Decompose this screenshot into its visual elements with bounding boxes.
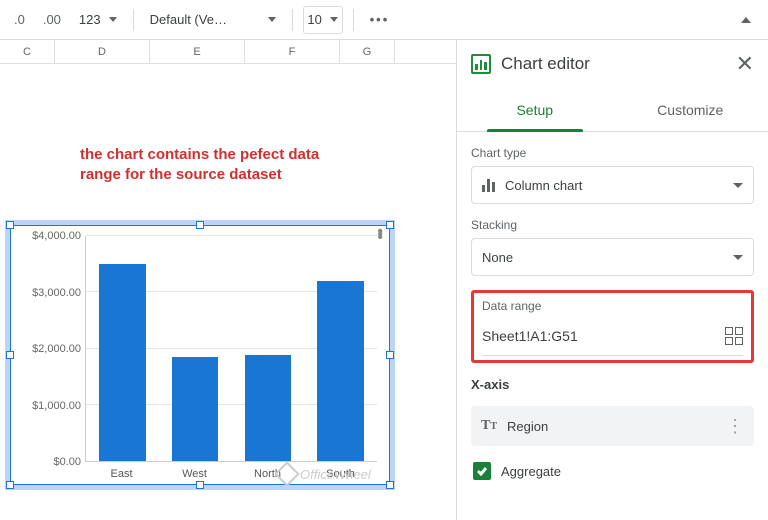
more-options-button[interactable]: ⋮ xyxy=(726,424,744,428)
select-range-button[interactable] xyxy=(725,327,743,345)
resize-handle[interactable] xyxy=(6,351,14,359)
underline xyxy=(482,355,743,356)
column-headers: C D E F G xyxy=(0,40,456,64)
column-header[interactable]: C xyxy=(0,40,55,63)
x-tick-label: South xyxy=(304,468,377,480)
more-tools-button[interactable]: ••• xyxy=(364,6,396,34)
aggregate-row: Aggregate xyxy=(471,460,754,482)
chevron-down-icon xyxy=(733,255,743,260)
stacking-label: Stacking xyxy=(471,218,754,232)
toolbar-separator xyxy=(353,9,354,31)
resize-handle[interactable] xyxy=(196,221,204,229)
chevron-up-icon xyxy=(741,17,751,23)
chart-plot: $0.00 $1,000.00 $2,000.00 $3,000.00 $4,0… xyxy=(17,236,381,462)
increase-decimal-button[interactable]: .00 xyxy=(37,6,67,34)
xaxis-field-row[interactable]: TT Region ⋮ xyxy=(471,406,754,446)
y-tick-label: $1,000.00 xyxy=(32,400,81,412)
bar xyxy=(245,355,292,461)
resize-handle[interactable] xyxy=(6,221,14,229)
font-size-dropdown[interactable]: 10 xyxy=(303,6,343,34)
tab-setup[interactable]: Setup xyxy=(457,88,613,131)
stacking-section: Stacking None xyxy=(471,218,754,276)
xaxis-section-label: X-axis xyxy=(471,377,754,392)
toolbar-separator xyxy=(292,9,293,31)
chart-type-value: Column chart xyxy=(505,178,582,193)
bar-column xyxy=(232,236,305,461)
y-tick-label: $4,000.00 xyxy=(32,230,81,242)
bar xyxy=(172,357,219,461)
column-header[interactable]: G xyxy=(340,40,395,63)
bar-column xyxy=(86,236,159,461)
bar-column xyxy=(304,236,377,461)
chart-type-label: Chart type xyxy=(471,146,754,160)
number-format-dropdown[interactable]: 123 xyxy=(73,6,123,34)
resize-handle[interactable] xyxy=(6,481,14,489)
plot-area xyxy=(85,236,377,462)
y-tick-label: $2,000.00 xyxy=(32,343,81,355)
chart-editor-body: Chart type Column chart Stacking None xyxy=(457,132,768,496)
chart-editor-tabs: Setup Customize xyxy=(457,88,768,132)
bar-column xyxy=(159,236,232,461)
column-header[interactable]: D xyxy=(55,40,150,63)
resize-handle[interactable] xyxy=(386,481,394,489)
decrease-decimal-button[interactable]: .0 xyxy=(8,6,31,34)
chart-editor-header: Chart editor ✕ xyxy=(457,40,768,88)
data-range-section: Data range Sheet1!A1:G51 xyxy=(471,290,754,363)
y-tick-label: $3,000.00 xyxy=(32,287,81,299)
font-family-dropdown[interactable]: Default (Ve… xyxy=(144,6,282,34)
aggregate-checkbox[interactable] xyxy=(473,462,491,480)
bar xyxy=(99,264,146,461)
chevron-down-icon xyxy=(733,183,743,188)
stacking-value: None xyxy=(482,250,513,265)
y-tick-label: $0.00 xyxy=(53,456,81,468)
collapse-toolbar-button[interactable] xyxy=(732,6,760,34)
chart-object[interactable]: ••• $0.00 $1,000.00 $2,000.00 $3,000.00 … xyxy=(10,225,390,485)
toolbar-separator xyxy=(133,9,134,31)
chevron-down-icon xyxy=(109,17,117,22)
resize-handle[interactable] xyxy=(386,221,394,229)
column-chart-icon xyxy=(482,178,495,192)
bar xyxy=(317,281,364,461)
font-family-value: Default (Ve… xyxy=(150,12,260,27)
toolbar: .0 .00 123 Default (Ve… 10 ••• xyxy=(0,0,768,40)
resize-handle[interactable] xyxy=(386,351,394,359)
chart-editor-title: Chart editor xyxy=(501,54,590,74)
annotation-text: the chart contains the pefect data range… xyxy=(80,145,360,186)
tab-customize[interactable]: Customize xyxy=(613,88,768,131)
stacking-dropdown[interactable]: None xyxy=(471,238,754,276)
aggregate-label: Aggregate xyxy=(501,464,561,479)
chart-editor-panel: Chart editor ✕ Setup Customize Chart typ… xyxy=(456,40,768,520)
data-range-input[interactable]: Sheet1!A1:G51 xyxy=(482,328,725,344)
chevron-down-icon xyxy=(330,17,338,22)
spreadsheet-area[interactable]: C D E F G the chart contains the pefect … xyxy=(0,40,456,520)
x-tick-label: West xyxy=(158,468,231,480)
chart-type-section: Chart type Column chart xyxy=(471,146,754,204)
xaxis-field-value: Region xyxy=(507,419,548,434)
x-tick-label: North xyxy=(231,468,304,480)
text-type-icon: TT xyxy=(481,418,497,434)
x-axis: EastWestNorthSouth xyxy=(85,468,377,480)
chart-editor-icon xyxy=(471,54,491,74)
data-range-label: Data range xyxy=(482,299,743,313)
chart-type-dropdown[interactable]: Column chart xyxy=(471,166,754,204)
number-format-label: 123 xyxy=(79,12,101,27)
font-size-value: 10 xyxy=(307,12,321,27)
column-header[interactable]: F xyxy=(245,40,340,63)
x-tick-label: East xyxy=(85,468,158,480)
chevron-down-icon xyxy=(268,17,276,22)
close-button[interactable]: ✕ xyxy=(736,53,754,75)
y-axis: $0.00 $1,000.00 $2,000.00 $3,000.00 $4,0… xyxy=(17,236,85,462)
resize-handle[interactable] xyxy=(196,481,204,489)
column-header[interactable]: E xyxy=(150,40,245,63)
